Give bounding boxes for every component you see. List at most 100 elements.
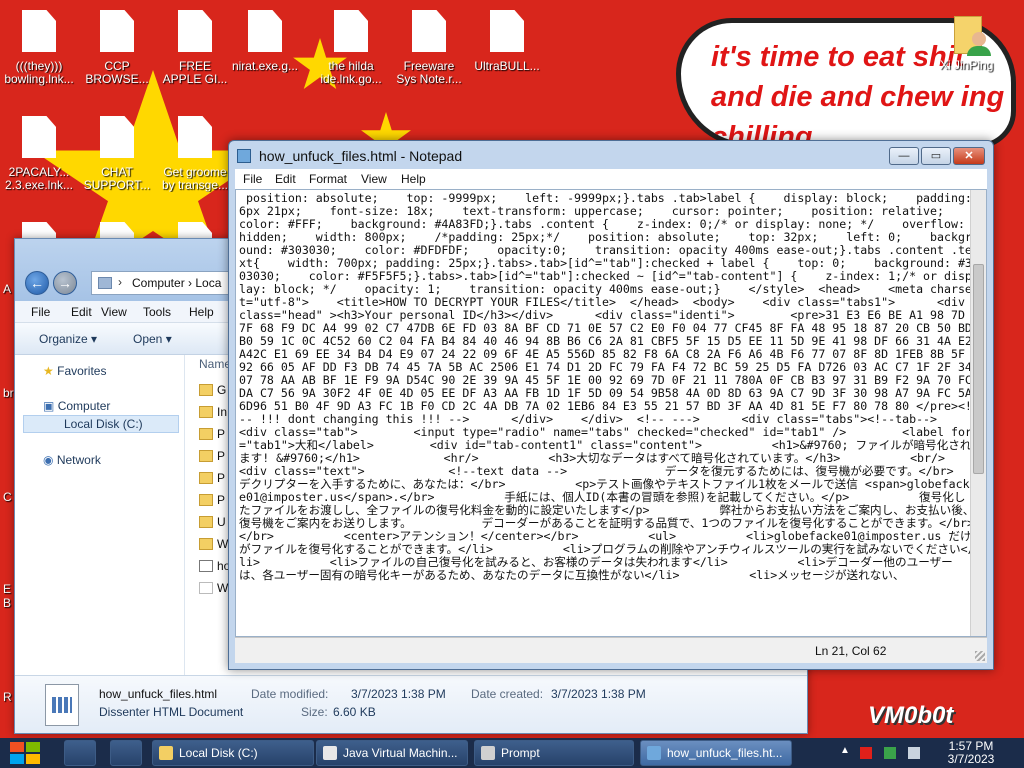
column-header-name[interactable]: Name xyxy=(199,357,231,371)
start-button[interactable] xyxy=(10,741,42,765)
prompt-icon xyxy=(481,746,495,760)
chevron-right-icon: › xyxy=(188,276,193,290)
open-button[interactable]: Open ▾ xyxy=(133,332,172,346)
folder-icon xyxy=(199,472,213,484)
window-title: how_unfuck_files.html - Notepad xyxy=(259,148,463,164)
notepad-window[interactable]: how_unfuck_files.html - Notepad — ▭ ✕ Fi… xyxy=(228,140,994,670)
desktop-icon[interactable]: the hilda ide.lnk.go... xyxy=(312,10,390,86)
desktop-icon[interactable]: CHAT SUPPORT... xyxy=(78,116,156,192)
minimize-button[interactable]: — xyxy=(889,147,919,165)
forward-arrow-icon[interactable]: → xyxy=(53,271,77,295)
details-size-label: Size: xyxy=(301,705,328,719)
desktop-icon[interactable]: (((they))) bowling.lnk... xyxy=(0,10,78,86)
flag-icon[interactable] xyxy=(860,747,872,759)
document-text[interactable]: position: absolute; top: -9999px; left: … xyxy=(239,192,975,634)
notepad-titlebar[interactable]: how_unfuck_files.html - Notepad xyxy=(237,145,985,167)
menu-view[interactable]: View xyxy=(361,172,387,186)
list-item[interactable]: U xyxy=(199,515,226,531)
volume-icon[interactable] xyxy=(908,747,920,759)
menu-help[interactable]: Help xyxy=(401,172,426,186)
vertical-scrollbar[interactable] xyxy=(970,190,986,636)
folder-icon xyxy=(199,538,213,550)
user-folder-icon[interactable] xyxy=(954,10,994,56)
file-icon xyxy=(100,10,134,52)
menu-format[interactable]: Format xyxy=(309,172,347,186)
text-editor-area[interactable]: position: absolute; top: -9999px; left: … xyxy=(235,189,987,637)
menu-edit[interactable]: Edit xyxy=(275,172,296,186)
star-icon: ★ xyxy=(43,364,54,378)
status-bar: Ln 21, Col 62 xyxy=(235,637,987,663)
desktop-icon[interactable]: Get groome by transge... xyxy=(156,116,234,192)
details-size-value: 6.60 KB xyxy=(333,705,376,719)
nav-local-disk[interactable]: Local Disk (C:) xyxy=(23,415,179,433)
back-arrow-icon[interactable]: ← xyxy=(25,271,49,295)
logo-text: VM0b0t xyxy=(868,702,954,729)
resize-grip-icon[interactable] xyxy=(975,651,985,661)
details-created-label: Date created: xyxy=(471,687,544,701)
maximize-button[interactable]: ▭ xyxy=(921,147,951,165)
desktop-icon[interactable]: 2PACALY... 2.3.exe.lnk... xyxy=(0,116,78,192)
file-icon xyxy=(199,582,213,594)
menu-file[interactable]: File xyxy=(31,305,50,319)
menu-help[interactable]: Help xyxy=(189,305,214,319)
list-item[interactable]: G xyxy=(199,383,226,399)
nav-favorites[interactable]: ★ Favorites xyxy=(43,364,106,378)
close-button[interactable]: ✕ xyxy=(953,147,985,165)
media-center-icon[interactable] xyxy=(64,740,96,766)
menu-file[interactable]: File xyxy=(243,172,262,186)
computer-icon xyxy=(98,277,112,289)
list-item[interactable]: P xyxy=(199,449,225,465)
details-modified-value: 3/7/2023 1:38 PM xyxy=(351,687,446,701)
list-item[interactable]: W xyxy=(199,537,228,553)
folder-icon xyxy=(199,384,213,396)
list-item[interactable]: ho xyxy=(199,559,230,575)
menu-edit[interactable]: Edit xyxy=(71,305,92,319)
nav-network[interactable]: ◉ Network xyxy=(43,453,101,467)
taskbar-item-prompt[interactable]: Prompt xyxy=(474,740,634,766)
file-icon xyxy=(334,10,368,52)
file-icon xyxy=(100,116,134,158)
folder-icon xyxy=(199,516,213,528)
folder-icon xyxy=(159,746,173,760)
address-bar[interactable]: › Computer › Loca xyxy=(91,271,231,295)
list-item[interactable]: In xyxy=(199,405,227,421)
folder-icon xyxy=(199,450,213,462)
notepad-icon xyxy=(647,746,661,760)
menu-tools[interactable]: Tools xyxy=(143,305,171,319)
desktop-icon[interactable]: Freeware Sys Note.r... xyxy=(390,10,468,86)
network-icon[interactable] xyxy=(884,747,896,759)
breadcrumb-computer[interactable]: Computer xyxy=(132,276,185,290)
edge-icon-label: R xyxy=(3,690,12,704)
taskbar-item-local-disk[interactable]: Local Disk (C:) xyxy=(152,740,314,766)
list-item[interactable]: W xyxy=(199,581,228,597)
details-modified-label: Date modified: xyxy=(251,687,329,701)
file-icon xyxy=(178,10,212,52)
scrollbar-thumb[interactable] xyxy=(973,264,984,474)
file-icon xyxy=(178,116,212,158)
clock[interactable]: 1:57 PM 3/7/2023 xyxy=(936,740,1006,766)
chrome-icon[interactable] xyxy=(110,740,142,766)
desktop-icon[interactable]: CCP BROWSE... xyxy=(78,10,156,86)
taskbar-item-java[interactable]: Java Virtual Machin... xyxy=(316,740,468,766)
chevron-up-icon[interactable]: ▲ xyxy=(840,745,852,757)
nav-computer[interactable]: ▣ Computer xyxy=(43,399,110,413)
html-document-icon xyxy=(45,684,79,726)
list-item[interactable]: P xyxy=(199,427,225,443)
desktop-icon[interactable]: FREE APPLE GI... xyxy=(156,10,234,86)
organize-button[interactable]: Organize ▾ xyxy=(39,332,97,346)
list-item[interactable]: P xyxy=(199,493,225,509)
menu-view[interactable]: View xyxy=(101,305,127,319)
taskbar-item-notepad[interactable]: how_unfuck_files.ht... xyxy=(640,740,792,766)
computer-icon: ▣ xyxy=(43,399,55,413)
cursor-position: Ln 21, Col 62 xyxy=(815,644,887,658)
clock-date: 3/7/2023 xyxy=(947,752,995,766)
list-item[interactable]: P xyxy=(199,471,225,487)
notepad-icon xyxy=(237,149,251,163)
file-icon xyxy=(22,10,56,52)
edge-icon-label: B xyxy=(3,596,12,610)
desktop-icon[interactable]: UltraBULL... xyxy=(468,10,546,73)
breadcrumb-current[interactable]: Loca xyxy=(195,276,221,290)
desktop-icon[interactable]: nirat.exe.g... xyxy=(226,10,304,73)
java-icon xyxy=(323,746,337,760)
edge-icon-label: C xyxy=(3,490,12,504)
